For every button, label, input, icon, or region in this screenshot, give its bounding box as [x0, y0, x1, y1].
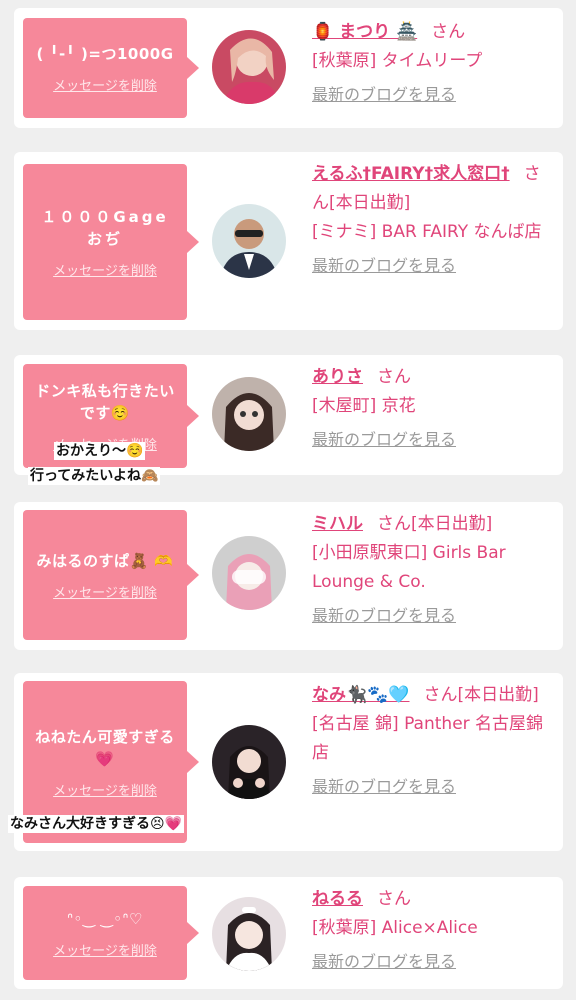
message-text: ᐢ◦‿ ‿◦ᐢ♡ — [67, 909, 143, 928]
cast-name-link[interactable]: ねるる — [312, 889, 363, 909]
working-today-badge: [本日出勤] — [329, 193, 411, 213]
message-bubble: ( ╹-╹ )=つ1000G メッセージを削除 — [23, 18, 199, 118]
latest-blog-link[interactable]: 最新のブログを見る — [312, 601, 456, 630]
message-bubble: １０００Gage おぢ メッセージを削除 — [23, 164, 199, 320]
cast-info: ねるる さん [秋葉原] Alice×Alice 最新のブログを見る — [312, 885, 552, 977]
chat-card: みはるのすぱ🧸 🫶 メッセージを削除 ミハル さん[本日出勤] [小田原駅東口] … — [14, 502, 563, 650]
cast-name-link[interactable]: ありさ — [312, 367, 363, 387]
delete-message-link[interactable]: メッセージを削除 — [53, 940, 157, 959]
delete-message-link[interactable]: メッセージを削除 — [53, 260, 157, 279]
message-text: ねねたん可愛すぎる💗 — [35, 727, 175, 768]
shop-name: [名古屋 錦] Panther 名古屋錦店 — [312, 714, 544, 763]
overlay-text: なみさん大好きすぎる😣💗 — [8, 815, 185, 833]
cast-info: ありさ さん [木屋町] 京花 最新のブログを見る — [312, 363, 552, 455]
shop-name: [秋葉原] タイムリープ — [312, 51, 483, 71]
message-bubble: ᐢ◦‿ ‿◦ᐢ♡ メッセージを削除 — [23, 886, 199, 980]
cast-info: なみ🐈‍⬛🐾🩵 さん[本日出勤] [名古屋 錦] Panther 名古屋錦店 最新… — [312, 681, 552, 802]
cast-info: えるふ†FAIRY†求人窓口† さん[本日出勤] [ミナミ] BAR FAIRY … — [312, 160, 552, 281]
honorific: さん — [423, 685, 458, 705]
overlay-text: おかえり〜☺️ — [54, 442, 146, 460]
avatar[interactable] — [212, 725, 286, 799]
honorific: さん — [377, 514, 411, 534]
cast-info: 🏮 まつり 🏯 さん [秋葉原] タイムリープ 最新のブログを見る — [312, 18, 552, 110]
chat-card: ᐢ◦‿ ‿◦ᐢ♡ メッセージを削除 ねるる さん [秋葉原] Alice×Alic… — [14, 877, 563, 989]
honorific: さん — [377, 367, 411, 387]
honorific: さん — [377, 889, 411, 909]
message-bubble: みはるのすぱ🧸 🫶 メッセージを削除 — [23, 510, 199, 640]
shop-name: [小田原駅東口] Girls Bar Lounge & Co. — [312, 543, 506, 592]
shop-name: [秋葉原] Alice×Alice — [312, 918, 478, 938]
avatar[interactable] — [212, 30, 286, 104]
cast-name-link[interactable]: えるふ†FAIRY†求人窓口† — [312, 164, 510, 184]
avatar[interactable] — [212, 536, 286, 610]
delete-message-link[interactable]: メッセージを削除 — [53, 75, 157, 94]
cast-name-link[interactable]: ミハル — [312, 514, 363, 534]
delete-message-link[interactable]: メッセージを削除 — [53, 582, 157, 601]
shop-name: [ミナミ] BAR FAIRY なんば店 — [312, 222, 542, 242]
working-today-badge: [本日出勤] — [411, 514, 493, 534]
message-text: ドンキ私も行きたいです☺️ — [35, 381, 175, 422]
avatar[interactable] — [212, 204, 286, 278]
working-today-badge: [本日出勤] — [457, 685, 539, 705]
avatar[interactable] — [212, 377, 286, 451]
cast-name-link[interactable]: 🏮 まつり 🏯 — [312, 22, 417, 42]
message-text: ( ╹-╹ )=つ1000G — [36, 44, 174, 63]
avatar[interactable] — [212, 897, 286, 971]
honorific: さん — [431, 22, 466, 42]
shop-name: [木屋町] 京花 — [312, 396, 416, 416]
latest-blog-link[interactable]: 最新のブログを見る — [312, 947, 456, 976]
chat-card: １０００Gage おぢ メッセージを削除 えるふ†FAIRY†求人窓口† さん[本… — [14, 152, 563, 330]
latest-blog-link[interactable]: 最新のブログを見る — [312, 772, 456, 801]
delete-message-link[interactable]: メッセージを削除 — [53, 780, 157, 799]
overlay-text: 行ってみたいよね🙈 — [28, 467, 161, 485]
chat-card: ( ╹-╹ )=つ1000G メッセージを削除 🏮 まつり 🏯 さん [秋葉原] … — [14, 8, 563, 128]
cast-info: ミハル さん[本日出勤] [小田原駅東口] Girls Bar Lounge & … — [312, 510, 552, 631]
message-text: みはるのすぱ🧸 🫶 — [36, 551, 174, 570]
latest-blog-link[interactable]: 最新のブログを見る — [312, 425, 456, 454]
latest-blog-link[interactable]: 最新のブログを見る — [312, 80, 456, 109]
cast-name-link[interactable]: なみ🐈‍⬛🐾🩵 — [312, 685, 410, 705]
latest-blog-link[interactable]: 最新のブログを見る — [312, 251, 456, 280]
message-text: １０００Gage おぢ — [41, 207, 169, 248]
